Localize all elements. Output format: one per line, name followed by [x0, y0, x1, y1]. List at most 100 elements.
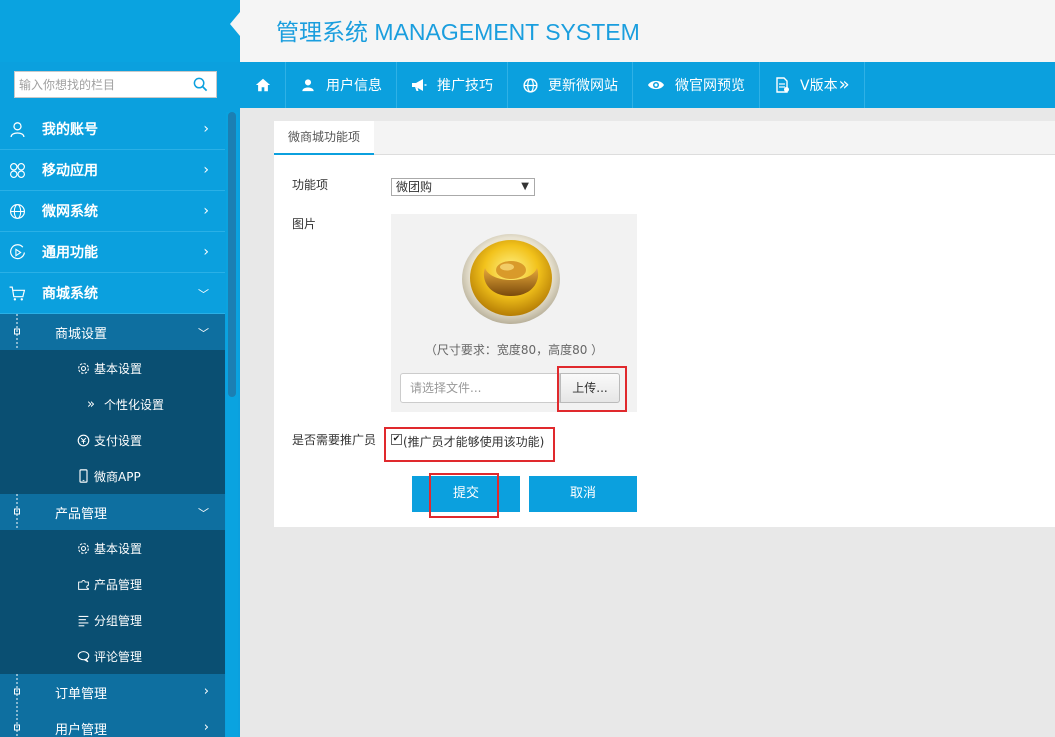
user-icon: [8, 120, 26, 138]
cart-icon: [8, 284, 26, 302]
phone-icon: [76, 469, 90, 483]
nav-label: 更新微网站: [548, 78, 618, 94]
chevron-right-icon: ›: [203, 203, 209, 219]
group-label: 订单管理: [55, 686, 108, 702]
chevron-right-icon: ›: [203, 121, 209, 137]
sidebar-group-product-mgmt[interactable]: 产品管理 ﹀: [0, 494, 225, 530]
sidebar-item-product-manage[interactable]: 产品管理: [0, 566, 225, 602]
nav-label: 微官网预览: [675, 78, 745, 94]
file-path-input[interactable]: 请选择文件...: [400, 373, 560, 403]
sidebar-item-label: 商城系统: [42, 286, 98, 302]
group-label: 商城设置: [55, 326, 108, 342]
sub-item-label: 分组管理: [94, 613, 143, 628]
sidebar-group-order-mgmt[interactable]: 订单管理 ›: [0, 674, 225, 710]
chevron-down-icon: ﹀: [198, 327, 209, 340]
sidebar-item-mall-payment[interactable]: 支付设置: [0, 422, 225, 458]
sub-item-label: 微商APP: [94, 469, 141, 484]
eye-icon: [647, 77, 665, 93]
feature-select[interactable]: 微团购 ▼: [391, 178, 535, 196]
tree-connector-icon: [14, 674, 20, 710]
puzzle-icon: [76, 577, 90, 591]
sidebar-item-account[interactable]: 我的账号 ›: [0, 109, 225, 150]
tree-connector-icon: [14, 710, 20, 737]
sidebar-item-label: 微网系统: [42, 204, 98, 220]
group-label: 产品管理: [55, 506, 108, 522]
pay-icon: [76, 433, 90, 447]
sidebar-search: [14, 71, 217, 98]
main-panel: 微商城功能项 功能项 微团购 ▼ 图片 （尺寸要求：宽度80，高度80 ） 请选…: [274, 121, 1055, 527]
sidebar-item-micro-site[interactable]: 微网系统 ›: [0, 191, 225, 232]
nav-update-site[interactable]: 更新微网站: [508, 62, 633, 108]
nav-user-info[interactable]: 用户信息: [286, 62, 397, 108]
gear-icon: [76, 361, 90, 375]
sub-item-label: 评论管理: [94, 649, 143, 664]
caret-down-icon: ▼: [521, 181, 529, 192]
sidebar-item-label: 移动应用: [42, 163, 98, 179]
tree-connector-icon: [14, 314, 20, 350]
highlight-promoter: [384, 427, 555, 462]
sidebar-item-label: 我的账号: [42, 122, 98, 138]
top-nav: 用户信息 推广技巧 更新微网站 微官网预览 V版本 »: [240, 62, 1055, 108]
apps-icon: [8, 161, 26, 179]
highlight-submit: [429, 473, 499, 518]
double-chevron-icon: »: [87, 396, 95, 412]
search-input[interactable]: [15, 72, 187, 97]
panel-tabs: 微商城功能项: [274, 121, 1055, 155]
app-title: 管理系统 MANAGEMENT SYSTEM: [276, 19, 640, 45]
sub-item-label: 产品管理: [94, 577, 143, 592]
globe-icon: [8, 202, 26, 220]
nav-label: 用户信息: [326, 78, 382, 94]
sub-item-label: 支付设置: [94, 433, 143, 448]
highlight-upload: [557, 366, 627, 412]
sidebar-group-mall-settings[interactable]: 商城设置 ﹀: [0, 314, 225, 350]
nav-promotion-tips[interactable]: 推广技巧: [397, 62, 508, 108]
list-icon: [76, 613, 90, 627]
sidebar-notch: [230, 12, 240, 36]
group-label: 用户管理: [55, 722, 108, 737]
nav-version[interactable]: V版本 »: [760, 62, 865, 108]
sidebar-item-mall-app[interactable]: 微商APP: [0, 458, 225, 494]
sidebar-item-product-groups[interactable]: 分组管理: [0, 602, 225, 638]
sidebar-item-mall[interactable]: 商城系统 ﹀: [0, 273, 225, 314]
play-icon: [8, 243, 26, 261]
chevron-down-icon: ﹀: [198, 288, 209, 301]
sidebar-item-mall-personalize[interactable]: » 个性化设置: [0, 386, 225, 422]
chevron-right-icon: ›: [203, 162, 209, 178]
tab-mall-features[interactable]: 微商城功能项: [274, 121, 375, 155]
sidebar-item-common[interactable]: 通用功能 ›: [0, 232, 225, 273]
image-label: 图片: [292, 217, 317, 231]
promoter-label: 是否需要推广员: [292, 433, 377, 447]
sidebar-scrollbar[interactable]: [226, 112, 238, 737]
chevron-right-icon: ›: [203, 720, 209, 735]
feature-select-value: 微团购: [396, 180, 433, 194]
tree-connector-icon: [14, 494, 20, 530]
scrollbar-thumb[interactable]: [228, 112, 236, 397]
sidebar-item-label: 通用功能: [42, 245, 98, 261]
gear-icon: [76, 541, 90, 555]
size-hint: （尺寸要求：宽度80，高度80 ）: [424, 343, 604, 357]
comment-icon: [76, 649, 90, 663]
sub-item-label: 基本设置: [94, 361, 143, 376]
chevron-right-icon: ›: [203, 244, 209, 260]
doc-icon: [774, 77, 790, 93]
app-header: 管理系统 MANAGEMENT SYSTEM: [240, 0, 1055, 62]
chevron-right-icon: ›: [203, 684, 209, 699]
sidebar: 我的账号 › 移动应用 › 微网系统 › 通用功能 › 商城系统 ﹀ 商城设置 …: [0, 0, 240, 737]
globe-icon: [522, 77, 538, 93]
home-icon: [255, 77, 271, 93]
nav-site-preview[interactable]: 微官网预览: [633, 62, 760, 108]
person-icon: [300, 77, 316, 93]
sidebar-item-mall-basic[interactable]: 基本设置: [0, 350, 225, 386]
nav-label: 推广技巧: [437, 78, 493, 94]
sidebar-item-mobile-apps[interactable]: 移动应用 ›: [0, 150, 225, 191]
feature-label: 功能项: [292, 178, 329, 192]
sidebar-menu: 我的账号 › 移动应用 › 微网系统 › 通用功能 › 商城系统 ﹀ 商城设置 …: [0, 109, 225, 737]
sidebar-group-user-mgmt[interactable]: 用户管理 ›: [0, 710, 225, 737]
cancel-button[interactable]: 取消: [529, 476, 637, 512]
sidebar-item-product-comments[interactable]: 评论管理: [0, 638, 225, 674]
chevron-down-icon: ﹀: [198, 507, 209, 520]
megaphone-icon: [411, 77, 427, 93]
search-icon[interactable]: [193, 77, 208, 92]
sidebar-item-product-basic[interactable]: 基本设置: [0, 530, 225, 566]
nav-home[interactable]: [240, 62, 286, 108]
